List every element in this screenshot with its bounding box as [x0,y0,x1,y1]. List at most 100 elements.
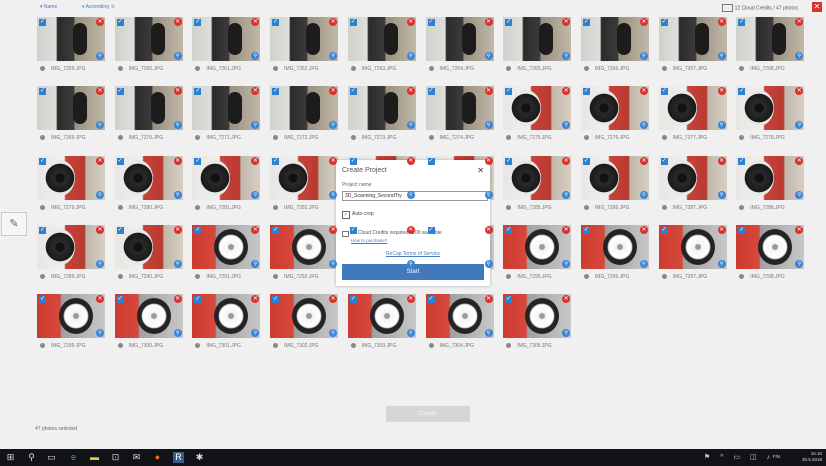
select-checkbox-icon[interactable]: ✓ [39,88,46,96]
zoom-icon[interactable]: ⚲ [795,52,804,60]
zoom-icon[interactable]: ⚲ [96,329,104,338]
photo-thumbnail[interactable]: ✓ ✕ ⚲ [192,86,261,131]
system-tray-icons[interactable]: ⚑ ^ ▭ ◫ ♪ [704,453,774,461]
zoom-icon[interactable]: ⚲ [717,190,726,199]
remove-photo-icon[interactable]: ✕ [639,87,648,96]
remove-photo-icon[interactable]: ✕ [406,18,415,26]
photo-thumbnail[interactable]: ✓ ✕ ⚲ [270,86,339,131]
photo-item[interactable]: ✓ ✕ ⚲ IMG_7260.JPG [114,17,183,77]
select-checkbox-icon[interactable]: ✓ [272,226,280,234]
zoom-icon[interactable]: ⚲ [484,121,493,130]
remove-photo-icon[interactable]: ✕ [173,87,182,96]
select-checkbox-icon[interactable]: ✓ [427,226,435,234]
remove-photo-icon[interactable]: ✕ [717,156,726,165]
photo-thumbnail[interactable]: ✓ ✕ ⚲ [347,17,416,61]
remove-photo-icon[interactable]: ✕ [717,225,726,234]
photo-item[interactable]: ✓ ✕ ⚲ IMG_7297.JPG [658,224,727,285]
remove-photo-icon[interactable]: ✕ [484,156,493,165]
select-checkbox-icon[interactable]: ✓ [349,296,357,304]
app-icon[interactable]: ✱ [194,452,205,463]
photo-item[interactable]: ✓ ✕ ⚲ IMG_7295.JPG [503,224,572,285]
zoom-icon[interactable]: ⚲ [329,329,338,338]
photo-thumbnail[interactable]: ✓ ✕ ⚲ [503,86,572,131]
photo-item[interactable]: ✓ ✕ ⚲ IMG_7270.JPG [114,86,183,146]
select-checkbox-icon[interactable]: ✓ [194,88,202,96]
photo-thumbnail[interactable]: ✓ ✕ ⚲ [37,294,105,339]
zoom-icon[interactable]: ⚲ [639,121,648,130]
zoom-icon[interactable]: ⚲ [795,259,804,268]
photo-thumbnail[interactable]: ✓ ✕ ⚲ [192,294,261,339]
edge-browser-icon[interactable]: e [68,452,79,463]
select-checkbox-icon[interactable]: ✓ [505,157,513,165]
zoom-icon[interactable]: ⚲ [795,121,804,130]
select-checkbox-icon[interactable]: ✓ [272,296,280,304]
remove-photo-icon[interactable]: ✕ [406,156,415,165]
photo-item[interactable]: ✓ ✕ ⚲ IMG_7275.JPG [503,86,572,146]
zoom-icon[interactable]: ⚲ [251,52,260,60]
select-checkbox-icon[interactable]: ✓ [660,226,668,234]
photo-item[interactable]: ✓ ✕ ⚲ IMG_7303.JPG [347,294,416,354]
photo-thumbnail[interactable]: ✓ ✕ ⚲ [580,155,649,200]
remove-photo-icon[interactable]: ✕ [96,295,104,304]
photo-item[interactable]: ✓ ✕ ⚲ IMG_7292.JPG [270,224,339,285]
remove-photo-icon[interactable]: ✕ [639,18,648,26]
photo-item[interactable]: ✓ ✕ ⚲ IMG_7286.JPG [580,155,649,216]
select-checkbox-icon[interactable]: ✓ [427,19,435,26]
select-checkbox-icon[interactable]: ✓ [427,88,435,96]
dialog-close-icon[interactable]: ✕ [477,166,484,175]
photo-thumbnail[interactable]: ✓ ✕ ⚲ [192,224,261,269]
zoom-icon[interactable]: ⚲ [562,121,571,130]
remove-photo-icon[interactable]: ✕ [329,156,338,165]
photo-item[interactable]: ✓ ✕ ⚲ IMG_7268.JPG [736,17,805,77]
select-checkbox-icon[interactable]: ✓ [39,296,46,304]
select-checkbox-icon[interactable]: ✓ [738,88,746,96]
zoom-icon[interactable]: ⚲ [639,52,648,60]
select-checkbox-icon[interactable]: ✓ [505,296,513,304]
photo-thumbnail[interactable]: ✓ ✕ ⚲ [503,155,572,200]
zoom-icon[interactable]: ⚲ [173,190,182,199]
select-checkbox-icon[interactable]: ✓ [272,19,280,26]
photo-thumbnail[interactable]: ✓ ✕ ⚲ [736,86,805,131]
select-checkbox-icon[interactable]: ✓ [39,226,46,234]
zoom-icon[interactable]: ⚲ [717,121,726,130]
sort-order-button[interactable]: ▾ Ascending [82,4,109,10]
photo-item[interactable]: ✓ ✕ ⚲ IMG_7276.JPG [580,86,649,146]
select-checkbox-icon[interactable]: ✓ [39,157,46,165]
file-explorer-icon[interactable]: ▬ [89,452,100,463]
select-checkbox-icon[interactable]: ✓ [505,19,513,26]
remove-photo-icon[interactable]: ✕ [795,156,804,165]
photo-item[interactable]: ✓ ✕ ⚲ IMG_7281.JPG [192,155,261,216]
zoom-icon[interactable]: ⚲ [406,121,415,130]
refresh-icon[interactable]: ↻ [111,4,115,10]
select-checkbox-icon[interactable]: ✓ [116,157,124,165]
photo-thumbnail[interactable]: ✓ ✕ ⚲ [736,224,805,269]
search-icon[interactable]: ⚲ [26,452,37,463]
select-checkbox-icon[interactable]: ✓ [582,88,590,96]
photo-item[interactable]: ✓ ✕ ⚲ IMG_7267.JPG [658,17,727,77]
feedback-button[interactable]: ✎ [1,212,27,236]
zoom-icon[interactable]: ⚲ [717,259,726,268]
zoom-icon[interactable]: ⚲ [251,121,260,130]
photo-item[interactable]: ✓ ✕ ⚲ IMG_7287.JPG [658,155,727,216]
photo-item[interactable]: ✓ ✕ ⚲ IMG_7266.JPG [580,17,649,77]
photo-item[interactable]: ✓ ✕ ⚲ IMG_7264.JPG [425,17,494,77]
photo-item[interactable]: ✓ ✕ ⚲ IMG_7299.JPG [37,294,105,354]
zoom-icon[interactable]: ⚲ [96,52,104,60]
photo-item[interactable]: ✓ ✕ ⚲ IMG_7277.JPG [658,86,727,146]
remove-photo-icon[interactable]: ✕ [562,225,571,234]
select-checkbox-icon[interactable]: ✓ [194,226,202,234]
mail-icon[interactable]: ✉ [131,452,142,463]
zoom-icon[interactable]: ⚲ [484,190,493,199]
select-checkbox-icon[interactable]: ✓ [349,226,357,234]
photo-thumbnail[interactable]: ✓ ✕ ⚲ [114,155,183,200]
remove-photo-icon[interactable]: ✕ [173,225,182,234]
remove-photo-icon[interactable]: ✕ [562,156,571,165]
select-checkbox-icon[interactable]: ✓ [194,296,202,304]
select-checkbox-icon[interactable]: ✓ [505,226,513,234]
zoom-icon[interactable]: ⚲ [173,329,182,338]
photo-item[interactable]: ✓ ✕ ⚲ IMG_7298.JPG [736,224,805,285]
photo-thumbnail[interactable]: ✓ ✕ ⚲ [114,86,183,131]
remove-photo-icon[interactable]: ✕ [406,87,415,96]
zoom-icon[interactable]: ⚲ [406,190,415,199]
zoom-icon[interactable]: ⚲ [329,52,338,60]
